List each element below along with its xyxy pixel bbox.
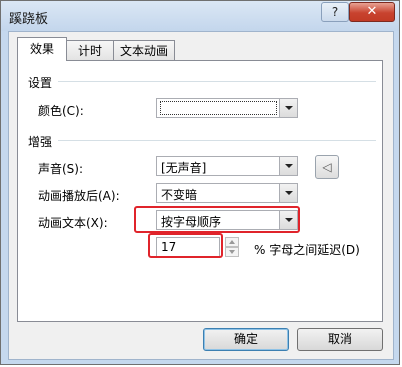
tab-effect[interactable]: 效果 (17, 37, 67, 61)
animate-text-highlight (134, 206, 300, 233)
speaker-icon[interactable]: ◁ (315, 155, 339, 179)
color-label: 颜色(C): (38, 104, 84, 118)
enhance-group-header: 增强 (28, 135, 53, 149)
dialog-client-area: 效果 计时 文本动画 设置 颜色(C): 增强 声音(S): [无声音] ◁ 动… (8, 31, 394, 360)
spin-down-icon[interactable] (225, 247, 239, 257)
enhance-divider (58, 140, 376, 141)
chevron-down-icon[interactable] (279, 99, 297, 117)
effect-panel: 设置 颜色(C): 增强 声音(S): [无声音] ◁ 动画播放后(A): 不变… (17, 60, 383, 322)
color-dropdown[interactable] (156, 98, 298, 118)
spin-up-icon[interactable] (225, 237, 239, 247)
delay-spinner[interactable] (225, 237, 239, 257)
tab-text-animation[interactable]: 文本动画 (113, 40, 175, 60)
window-title: 蹊跷板 (9, 12, 49, 27)
sound-dropdown[interactable]: [无声音] (156, 156, 298, 176)
cancel-button[interactable]: 取消 (297, 328, 383, 351)
delay-label: % 字母之间延迟(D) (254, 243, 360, 257)
delay-highlight (148, 233, 223, 258)
ok-button[interactable]: 确定 (203, 328, 289, 351)
after-animation-value: 不变暗 (161, 188, 198, 202)
after-animation-dropdown[interactable]: 不变暗 (156, 183, 298, 203)
sound-value: [无声音] (161, 161, 207, 175)
color-focus-rect (160, 101, 277, 115)
chevron-down-icon[interactable] (279, 184, 297, 202)
settings-group-header: 设置 (28, 76, 53, 90)
settings-divider (58, 81, 376, 82)
chevron-down-icon[interactable] (279, 157, 297, 175)
animate-text-label: 动画文本(X): (38, 216, 108, 230)
title-bar: 蹊跷板 ? ✕ (1, 1, 399, 31)
after-animation-label: 动画播放后(A): (38, 189, 120, 203)
close-button[interactable]: ✕ (349, 2, 395, 22)
dialog-window: 蹊跷板 ? ✕ 效果 计时 文本动画 设置 颜色(C): 增强 声音(S): [… (0, 0, 400, 365)
sound-label: 声音(S): (38, 162, 84, 176)
tab-timing[interactable]: 计时 (66, 40, 114, 60)
help-button[interactable]: ? (321, 2, 349, 22)
